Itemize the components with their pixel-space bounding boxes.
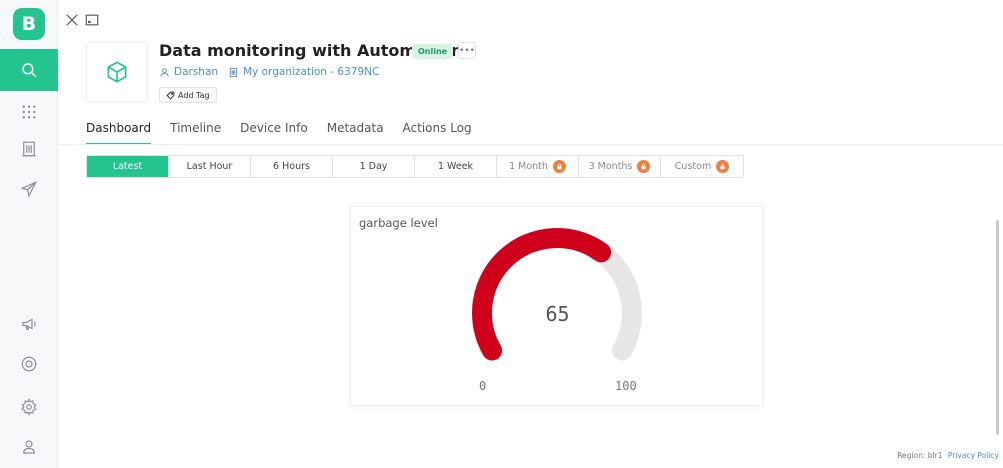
add-tag-label: Add Tag — [178, 90, 210, 100]
cube-icon — [107, 61, 127, 83]
building-icon — [22, 141, 36, 157]
close-icon — [66, 14, 78, 26]
range-last-hour[interactable]: Last Hour — [169, 156, 251, 177]
tab-dashboard[interactable]: Dashboard — [86, 121, 152, 145]
sidebar-item-devices[interactable] — [0, 91, 58, 133]
app-logo[interactable]: B — [13, 8, 45, 40]
time-range-selector: Latest Last Hour 6 Hours 1 Day 1 Week 1 … — [86, 155, 744, 178]
tab-metadata[interactable]: Metadata — [327, 121, 384, 145]
device-tabs: Dashboard Timeline Device Info Metadata … — [86, 121, 491, 145]
search-icon — [22, 63, 37, 78]
sidebar: B — [0, 0, 58, 468]
range-1-day[interactable]: 1 Day — [333, 156, 415, 177]
range-3-months[interactable]: 3 Months — [579, 156, 661, 177]
user-icon — [23, 440, 35, 454]
sidebar-item-announcements[interactable] — [0, 303, 58, 345]
grid-icon — [22, 105, 36, 119]
range-6-hours[interactable]: 6 Hours — [251, 156, 333, 177]
gear-icon — [21, 398, 37, 416]
range-1-week[interactable]: 1 Week — [415, 156, 497, 177]
send-icon — [20, 181, 38, 198]
lifebuoy-icon — [21, 356, 37, 372]
sidebar-item-organizations[interactable] — [0, 128, 58, 170]
megaphone-icon — [22, 318, 36, 330]
privacy-policy-link[interactable]: Privacy Policy — [948, 451, 999, 460]
tag-icon — [166, 91, 175, 100]
expand-icon — [85, 14, 99, 26]
gauge-fill — [472, 228, 612, 361]
more-options-button[interactable]: ••• — [458, 42, 476, 59]
range-custom[interactable]: Custom — [661, 156, 743, 177]
gauge-min-label: 0 — [479, 379, 487, 393]
building-icon — [229, 67, 238, 77]
add-tag-button[interactable]: Add Tag — [159, 87, 217, 103]
sidebar-item-profile[interactable] — [0, 426, 58, 468]
device-meta: Darshan My organization - 6379NC — [159, 66, 379, 78]
expand-button[interactable] — [84, 12, 100, 28]
range-1-month[interactable]: 1 Month — [497, 156, 579, 177]
device-image[interactable] — [86, 42, 148, 102]
sidebar-item-help[interactable] — [0, 343, 58, 385]
user-icon — [160, 67, 169, 77]
region-label: Region: blr1 — [897, 451, 943, 460]
gauge-max-label: 100 — [615, 379, 637, 393]
lock-icon — [716, 160, 730, 173]
lock-icon — [637, 160, 651, 173]
tab-actions-log[interactable]: Actions Log — [403, 121, 472, 145]
page-scrollbar[interactable] — [996, 220, 999, 435]
close-button[interactable] — [64, 12, 80, 28]
lock-icon — [552, 160, 566, 173]
footer: Region: blr1 Privacy Policy — [897, 451, 999, 460]
sidebar-item-search[interactable] — [0, 49, 58, 91]
organization-link[interactable]: My organization - 6379NC — [243, 66, 379, 78]
gauge-widget[interactable]: garbage level 65 0 100 — [350, 206, 763, 406]
gauge-value: 65 — [545, 302, 570, 326]
range-latest[interactable]: Latest — [87, 156, 169, 177]
sidebar-item-settings[interactable] — [0, 386, 58, 428]
device-owner-link[interactable]: Darshan — [174, 66, 218, 78]
tab-device-info[interactable]: Device Info — [240, 121, 308, 145]
sidebar-item-send[interactable] — [0, 168, 58, 210]
status-badge: Online — [412, 44, 454, 59]
tab-timeline[interactable]: Timeline — [170, 121, 221, 145]
tabs-divider — [58, 144, 1003, 145]
